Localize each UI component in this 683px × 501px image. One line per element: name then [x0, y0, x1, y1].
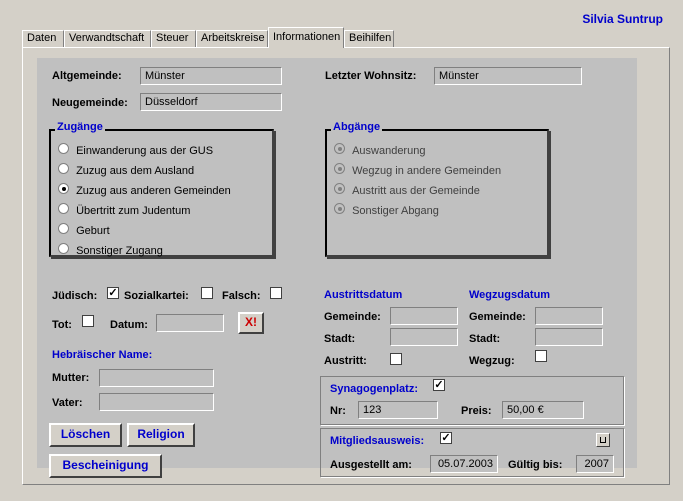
abgaenge-title: Abgänge	[331, 121, 383, 133]
abgang-label: Sonstiger Abgang	[352, 205, 439, 217]
nr-label: Nr:	[330, 405, 346, 417]
tab-steuer[interactable]: Steuer	[151, 30, 196, 47]
austritt-title: Austrittsdatum	[324, 289, 403, 301]
zugang-label: Geburt	[76, 225, 110, 237]
nr-field[interactable]: 123	[358, 401, 438, 419]
wegzug-stadt-label: Stadt:	[469, 333, 501, 345]
austritt-check-label: Austritt:	[324, 355, 367, 367]
clear-date-icon[interactable]: X!	[238, 312, 264, 334]
sozialkartei-checkbox[interactable]	[201, 287, 213, 299]
radio-button[interactable]	[334, 163, 345, 174]
mutter-label: Mutter:	[52, 372, 90, 384]
mitglied-checkbox[interactable]: ✓	[440, 432, 452, 444]
zugang-label: Sonstiger Zugang	[76, 245, 163, 257]
gueltig-label: Gültig bis:	[508, 459, 563, 471]
zugang-option[interactable]: Geburt	[58, 223, 110, 237]
wegzug-stadt-field[interactable]	[535, 328, 603, 346]
radio-button[interactable]	[58, 223, 69, 234]
print-icon[interactable]	[596, 433, 610, 447]
abgang-option[interactable]: Auswanderung	[334, 143, 425, 157]
tab-verwandtschaft[interactable]: Verwandtschaft	[64, 30, 151, 47]
neugemeinde-field[interactable]: Düsseldorf	[140, 93, 282, 111]
zugaenge-title: Zugänge	[55, 121, 105, 133]
preis-label: Preis:	[461, 405, 492, 417]
abgang-option[interactable]: Sonstiger Abgang	[334, 203, 439, 217]
synagoge-checkbox[interactable]: ✓	[433, 379, 445, 391]
radio-button[interactable]	[58, 243, 69, 254]
zugang-option[interactable]: Übertritt zum Judentum	[58, 203, 190, 217]
user-name: Silvia Suntrup	[582, 12, 663, 26]
tab-arbeitskreise[interactable]: Arbeitskreise	[196, 30, 268, 47]
zugang-option[interactable]: Sonstiger Zugang	[58, 243, 163, 257]
radio-button[interactable]	[334, 203, 345, 214]
mutter-field[interactable]	[99, 369, 214, 387]
abgang-label: Wegzug in andere Gemeinden	[352, 165, 502, 177]
datum-field[interactable]	[156, 314, 224, 332]
radio-button[interactable]	[58, 203, 69, 214]
juedisch-label: Jüdisch:	[52, 290, 98, 302]
loeschen-button[interactable]: Löschen	[49, 423, 122, 447]
zugang-option[interactable]: Einwanderung aus der GUS	[58, 143, 213, 157]
wegzug-check-label: Wegzug:	[469, 355, 515, 367]
vater-field[interactable]	[99, 393, 214, 411]
wegzug-checkbox[interactable]	[535, 350, 547, 362]
radio-button-selected[interactable]	[58, 183, 69, 194]
juedisch-checkbox[interactable]: ✓	[107, 287, 119, 299]
tab-daten[interactable]: Daten	[22, 30, 64, 47]
tot-label: Tot:	[52, 319, 72, 331]
zugang-option[interactable]: Zuzug aus dem Ausland	[58, 163, 194, 177]
wegzug-title: Wegzugsdatum	[469, 289, 551, 301]
hebr-title: Hebräischer Name:	[52, 349, 153, 361]
gueltig-field[interactable]: 2007	[576, 455, 614, 473]
wohnsitz-field[interactable]: Münster	[434, 67, 582, 85]
altgemeinde-field[interactable]: Münster	[140, 67, 282, 85]
tab-informationen[interactable]: Informationen	[268, 27, 344, 48]
abgang-option[interactable]: Austritt aus der Gemeinde	[334, 183, 480, 197]
zugang-option[interactable]: Zuzug aus anderen Gemeinden	[58, 183, 231, 197]
abgang-label: Auswanderung	[352, 145, 426, 157]
austritt-gemeinde-label: Gemeinde:	[324, 311, 381, 323]
synagoge-label: Synagogenplatz:	[330, 383, 419, 395]
mitglied-label: Mitgliedsausweis:	[330, 435, 425, 447]
tot-checkbox[interactable]	[82, 315, 94, 327]
austritt-stadt-label: Stadt:	[324, 333, 356, 345]
wohnsitz-label: Letzter Wohnsitz:	[325, 70, 417, 82]
abgang-label: Austritt aus der Gemeinde	[352, 185, 480, 197]
religion-button[interactable]: Religion	[127, 423, 195, 447]
datum-label: Datum:	[110, 319, 148, 331]
radio-button[interactable]	[58, 143, 69, 154]
austritt-stadt-field[interactable]	[390, 328, 458, 346]
zugang-label: Zuzug aus dem Ausland	[76, 165, 195, 177]
zugang-label: Übertritt zum Judentum	[76, 205, 191, 217]
tab-beihilfen[interactable]: Beihilfen	[344, 30, 394, 47]
zugang-label: Einwanderung aus der GUS	[76, 145, 214, 157]
ausgestellt-field[interactable]: 05.07.2003	[430, 455, 498, 473]
ausgestellt-label: Ausgestellt am:	[330, 459, 412, 471]
radio-button[interactable]	[334, 183, 345, 194]
radio-button[interactable]	[58, 163, 69, 174]
falsch-label: Falsch:	[222, 290, 261, 302]
vater-label: Vater:	[52, 397, 83, 409]
austritt-gemeinde-field[interactable]	[390, 307, 458, 325]
wegzug-gemeinde-field[interactable]	[535, 307, 603, 325]
austritt-checkbox[interactable]	[390, 353, 402, 365]
preis-field[interactable]: 50,00 €	[502, 401, 584, 419]
abgang-option[interactable]: Wegzug in andere Gemeinden	[334, 163, 501, 177]
sozialkartei-label: Sozialkartei:	[124, 290, 189, 302]
altgemeinde-label: Altgemeinde:	[52, 70, 122, 82]
zugang-label: Zuzug aus anderen Gemeinden	[76, 185, 231, 197]
neugemeinde-label: Neugemeinde:	[52, 97, 128, 109]
radio-button[interactable]	[334, 143, 345, 154]
bescheinigung-button[interactable]: Bescheinigung	[49, 454, 162, 478]
falsch-checkbox[interactable]	[270, 287, 282, 299]
wegzug-gemeinde-label: Gemeinde:	[469, 311, 526, 323]
